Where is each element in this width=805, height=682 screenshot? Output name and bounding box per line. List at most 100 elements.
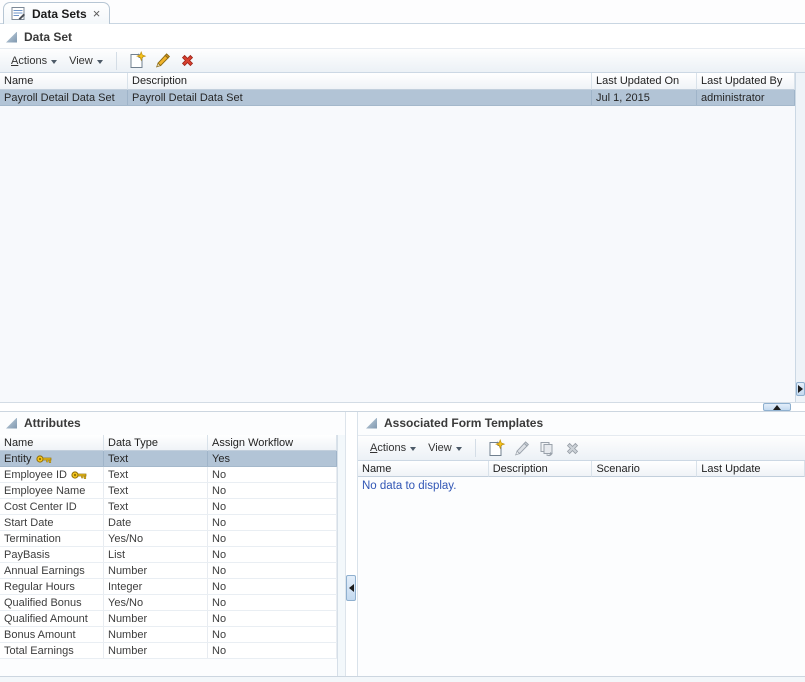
view-menu-label: View bbox=[69, 54, 93, 67]
actions-menu-label: Actions bbox=[370, 442, 407, 454]
attribute-row[interactable]: Qualified Bonus Yes/No No bbox=[0, 595, 337, 611]
column-header-name[interactable]: Name bbox=[0, 73, 128, 90]
attribute-data-type: Text bbox=[104, 483, 208, 498]
attribute-name: Qualified Bonus bbox=[4, 597, 82, 609]
attribute-workflow: Yes bbox=[208, 451, 337, 466]
key-icon bbox=[35, 454, 52, 464]
attributes-panel: Attributes Name Data Type Assign Workflo… bbox=[0, 412, 345, 676]
view-menu-button[interactable]: View bbox=[422, 440, 468, 456]
horizontal-splitter[interactable] bbox=[0, 402, 805, 412]
attribute-data-type: Integer bbox=[104, 579, 208, 594]
attribute-row[interactable]: Bonus Amount Number No bbox=[0, 627, 337, 643]
attribute-workflow: No bbox=[208, 547, 337, 562]
attribute-name: Termination bbox=[4, 533, 61, 545]
edit-button[interactable] bbox=[150, 50, 175, 71]
pencil-icon bbox=[153, 51, 172, 70]
attribute-row[interactable]: Entity Text Yes bbox=[0, 451, 337, 467]
column-header-name[interactable]: Name bbox=[0, 435, 104, 451]
collapse-right-button[interactable] bbox=[796, 382, 805, 396]
no-data-message: No data to display. bbox=[362, 480, 457, 492]
vertical-scrollbar[interactable] bbox=[795, 73, 805, 402]
view-menu-label: View bbox=[428, 442, 452, 454]
attribute-data-type: Text bbox=[104, 467, 208, 482]
edit-button-disabled[interactable] bbox=[509, 438, 534, 459]
column-header-last-update[interactable]: Last Update bbox=[697, 461, 805, 477]
bottom-edge bbox=[0, 676, 805, 682]
attribute-name: Employee ID bbox=[4, 469, 67, 481]
attribute-workflow: No bbox=[208, 563, 337, 578]
column-header-data-type[interactable]: Data Type bbox=[104, 435, 208, 451]
form-templates-panel-title: Associated Form Templates bbox=[384, 416, 544, 430]
move-button-disabled[interactable] bbox=[534, 438, 560, 459]
column-header-name[interactable]: Name bbox=[358, 461, 489, 477]
data-sets-icon bbox=[11, 6, 26, 21]
collapse-up-button[interactable] bbox=[763, 403, 791, 411]
attribute-name: Annual Earnings bbox=[4, 565, 85, 577]
new-page-star-icon bbox=[127, 51, 147, 70]
attribute-data-type: Yes/No bbox=[104, 531, 208, 546]
vertical-scrollbar[interactable] bbox=[337, 435, 345, 676]
delete-button-disabled[interactable] bbox=[560, 438, 585, 459]
attribute-data-type: Number bbox=[104, 643, 208, 658]
column-header-description[interactable]: Description bbox=[128, 73, 592, 90]
cell-name: Payroll Detail Data Set bbox=[0, 90, 128, 105]
attribute-workflow: No bbox=[208, 499, 337, 514]
disclosure-triangle-icon[interactable] bbox=[6, 31, 17, 43]
attribute-name: Cost Center ID bbox=[4, 501, 77, 513]
column-header-scenario[interactable]: Scenario bbox=[592, 461, 698, 477]
column-header-last-updated-by[interactable]: Last Updated By bbox=[697, 73, 795, 90]
attribute-data-type: Number bbox=[104, 611, 208, 626]
pencil-icon bbox=[512, 439, 531, 458]
attribute-row[interactable]: Start Date Date No bbox=[0, 515, 337, 531]
column-header-description[interactable]: Description bbox=[488, 461, 593, 477]
form-templates-table-header: Name Description Scenario Last Update bbox=[358, 461, 805, 477]
attribute-workflow: No bbox=[208, 579, 337, 594]
data-set-table-header: Name Description Last Updated On Last Up… bbox=[0, 73, 795, 90]
vertical-splitter[interactable] bbox=[345, 412, 357, 676]
new-button[interactable] bbox=[124, 50, 150, 71]
disclosure-triangle-icon[interactable] bbox=[6, 417, 17, 429]
attribute-row[interactable]: Regular Hours Integer No bbox=[0, 579, 337, 595]
delete-x-icon bbox=[563, 439, 582, 458]
data-set-table-row[interactable]: Payroll Detail Data Set Payroll Detail D… bbox=[0, 90, 795, 106]
view-menu-button[interactable]: View bbox=[63, 53, 109, 69]
attribute-name: PayBasis bbox=[4, 549, 50, 561]
collapse-left-button[interactable] bbox=[346, 575, 356, 601]
attribute-row[interactable]: Cost Center ID Text No bbox=[0, 499, 337, 515]
column-header-last-updated-on[interactable]: Last Updated On bbox=[592, 73, 697, 90]
attribute-name: Start Date bbox=[4, 517, 54, 529]
form-templates-toolbar: Actions View bbox=[358, 435, 805, 461]
attribute-workflow: No bbox=[208, 531, 337, 546]
form-templates-panel: Associated Form Templates Actions View N… bbox=[357, 412, 805, 676]
attribute-row[interactable]: Total Earnings Number No bbox=[0, 643, 337, 659]
copy-pages-arrow-icon bbox=[537, 439, 557, 458]
column-header-assign-workflow[interactable]: Assign Workflow bbox=[208, 435, 337, 451]
attribute-row[interactable]: Employee Name Text No bbox=[0, 483, 337, 499]
attribute-row[interactable]: PayBasis List No bbox=[0, 547, 337, 563]
attribute-row[interactable]: Qualified Amount Number No bbox=[0, 611, 337, 627]
attribute-name: Total Earnings bbox=[4, 645, 74, 657]
attribute-name: Employee Name bbox=[4, 485, 86, 497]
attribute-row[interactable]: Annual Earnings Number No bbox=[0, 563, 337, 579]
application-window: Data Sets × Data Set Actions View Name D… bbox=[0, 0, 805, 682]
actions-menu-button[interactable]: Actions bbox=[5, 53, 63, 69]
attribute-workflow: No bbox=[208, 515, 337, 530]
triangle-up-icon bbox=[773, 404, 781, 410]
attribute-data-type: Date bbox=[104, 515, 208, 530]
attributes-table-header: Name Data Type Assign Workflow bbox=[0, 435, 337, 451]
tab-label: Data Sets bbox=[32, 6, 87, 21]
cell-last-updated-on: Jul 1, 2015 bbox=[592, 90, 697, 105]
actions-menu-button[interactable]: Actions bbox=[364, 440, 422, 456]
new-button[interactable] bbox=[483, 438, 509, 459]
delete-button[interactable] bbox=[175, 50, 200, 71]
attribute-row[interactable]: Termination Yes/No No bbox=[0, 531, 337, 547]
disclosure-triangle-icon[interactable] bbox=[366, 417, 377, 429]
attribute-workflow: No bbox=[208, 595, 337, 610]
data-set-toolbar: Actions View bbox=[0, 48, 805, 73]
attribute-data-type: Yes/No bbox=[104, 595, 208, 610]
tab-close-icon[interactable]: × bbox=[93, 7, 101, 20]
delete-x-icon bbox=[178, 51, 197, 70]
attribute-row[interactable]: Employee ID Text No bbox=[0, 467, 337, 483]
attribute-name: Qualified Amount bbox=[4, 613, 88, 625]
tab-data-sets[interactable]: Data Sets × bbox=[3, 2, 111, 24]
